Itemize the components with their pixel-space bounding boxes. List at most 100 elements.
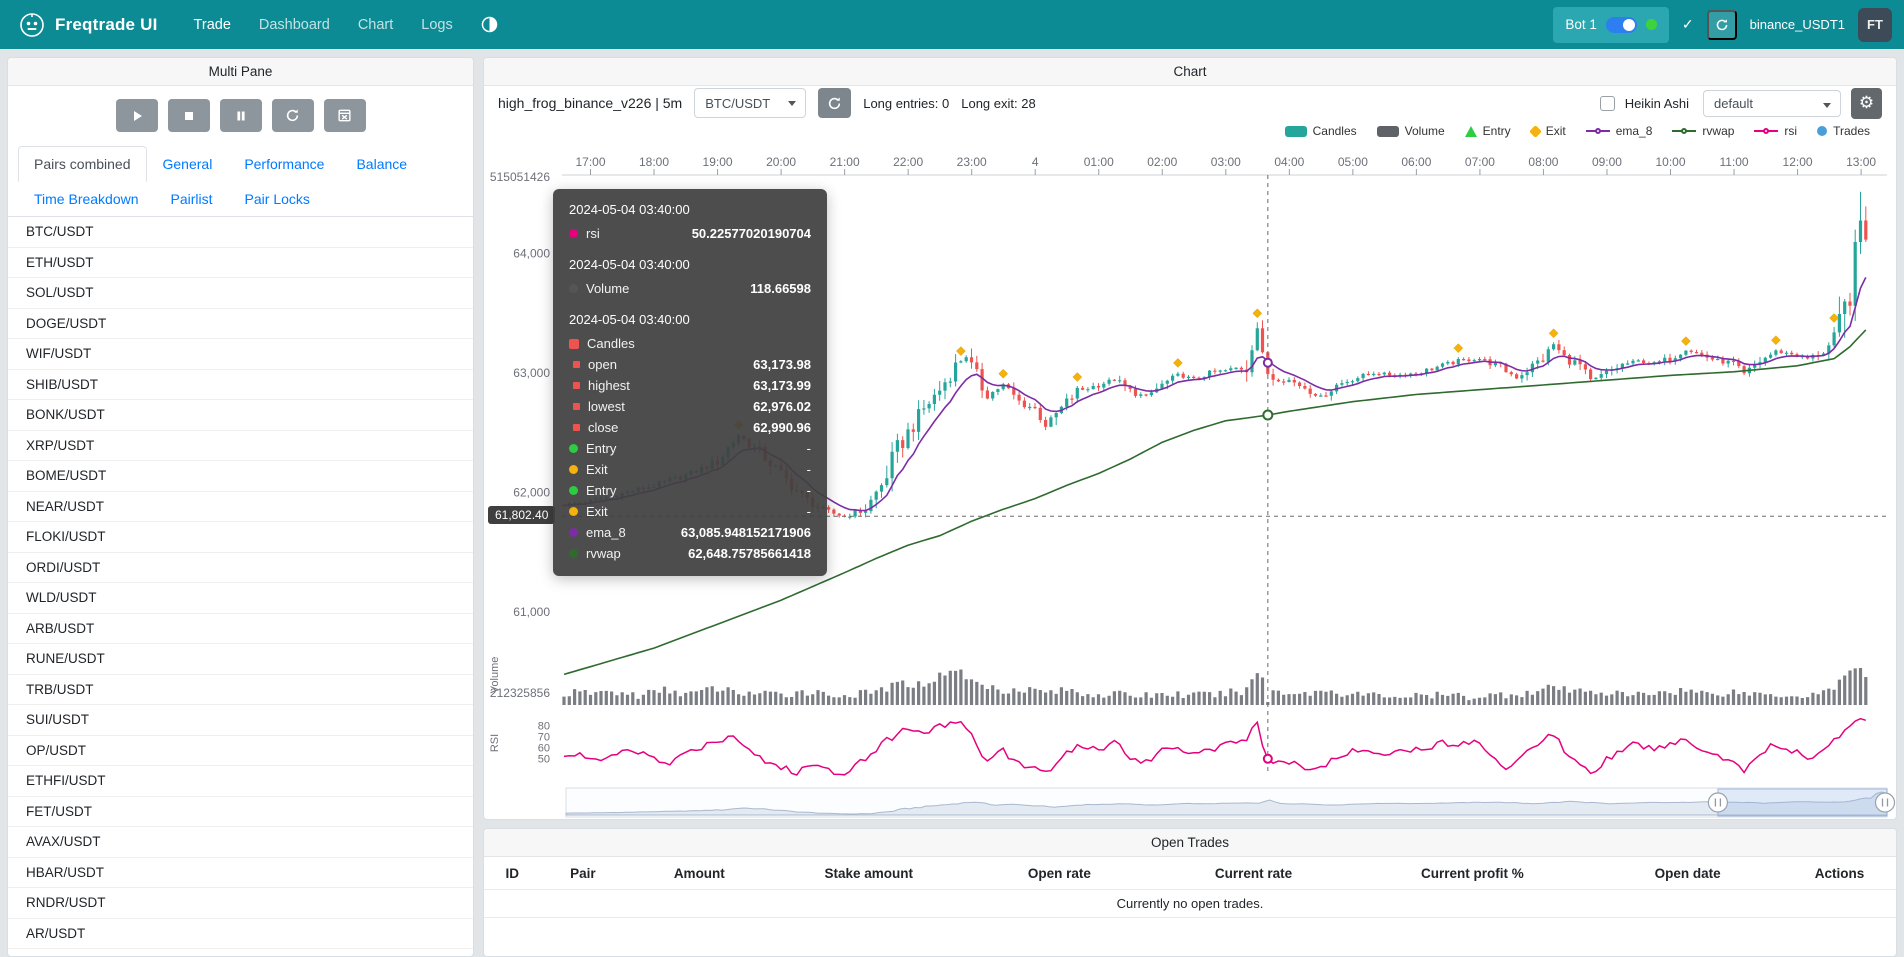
pair-list-item[interactable]: NEAR/USDT bbox=[8, 492, 473, 523]
tab-balance[interactable]: Balance bbox=[340, 146, 423, 182]
theme-toggle-icon[interactable] bbox=[481, 16, 498, 33]
legend-item-candles[interactable]: Candles bbox=[1285, 124, 1357, 138]
force-exit-button[interactable] bbox=[324, 99, 366, 132]
pair-list-item[interactable]: XRP/USDT bbox=[8, 431, 473, 462]
pair-list-item[interactable]: BOME/USDT bbox=[8, 461, 473, 492]
legend-item-rvwap[interactable]: rvwap bbox=[1672, 124, 1734, 138]
pair-list-item[interactable]: ETH/USDT bbox=[8, 248, 473, 279]
legend-item-trades[interactable]: Trades bbox=[1817, 124, 1870, 138]
tooltip-label: Volume bbox=[586, 281, 629, 296]
pair-select[interactable]: BTC/USDT bbox=[694, 88, 806, 118]
chart-canvas[interactable]: 17:0018:0019:0020:0021:0022:0023:00401:0… bbox=[484, 142, 1896, 819]
heikin-ashi-checkbox[interactable] bbox=[1600, 96, 1615, 111]
datazoom-right-handle[interactable] bbox=[1876, 793, 1895, 812]
column-header-open-rate[interactable]: Open rate bbox=[964, 857, 1155, 890]
pair-list-item[interactable]: WLD/USDT bbox=[8, 583, 473, 614]
column-header-stake-amount[interactable]: Stake amount bbox=[773, 857, 964, 890]
tooltip-label: ema_8 bbox=[586, 525, 626, 540]
legend-label: Entry bbox=[1483, 124, 1511, 138]
tooltip-row-open: open63,173.98 bbox=[569, 354, 811, 375]
tooltip-label: lowest bbox=[588, 399, 625, 414]
pair-list-item[interactable]: BONK/USDT bbox=[8, 400, 473, 431]
plot-config-select[interactable]: default bbox=[1703, 90, 1841, 117]
svg-text:08:00: 08:00 bbox=[1528, 155, 1558, 169]
tab-time-breakdown[interactable]: Time Breakdown bbox=[18, 181, 155, 217]
legend-item-entry[interactable]: Entry bbox=[1465, 124, 1511, 138]
tooltip-timestamp: 2024-05-04 03:40:00 bbox=[569, 257, 811, 272]
column-header-actions[interactable]: Actions bbox=[1783, 857, 1896, 890]
reload-bot-button[interactable] bbox=[1707, 10, 1737, 40]
nav-item-dashboard[interactable]: Dashboard bbox=[247, 11, 342, 39]
stop-bot-button[interactable] bbox=[168, 99, 210, 132]
candles-marker-icon bbox=[1285, 126, 1307, 137]
pair-list-item[interactable]: HBAR/USDT bbox=[8, 858, 473, 889]
datazoom-slider[interactable] bbox=[566, 788, 1895, 817]
pair-list-item[interactable]: SHIB/USDT bbox=[8, 370, 473, 401]
pair-list-item[interactable]: AR/USDT bbox=[8, 919, 473, 950]
pair-list-item[interactable]: DOGE/USDT bbox=[8, 309, 473, 340]
refresh-chart-button[interactable] bbox=[818, 88, 851, 118]
chart-toolbar: high_frog_binance_v226 | 5m BTC/USDT Lon… bbox=[484, 86, 1896, 120]
tab-pair-locks[interactable]: Pair Locks bbox=[229, 181, 326, 217]
svg-text:17:00: 17:00 bbox=[575, 155, 605, 169]
svg-text:64,000: 64,000 bbox=[513, 246, 550, 260]
pair-list-item[interactable]: SUI/USDT bbox=[8, 705, 473, 736]
app-brand[interactable]: Freqtrade UI bbox=[55, 15, 158, 35]
pair-list-item[interactable]: BTC/USDT bbox=[8, 217, 473, 248]
pair-list-item[interactable]: RUNE/USDT bbox=[8, 644, 473, 675]
legend-item-volume[interactable]: Volume bbox=[1377, 124, 1445, 138]
pair-list-item[interactable]: TRB/USDT bbox=[8, 675, 473, 706]
navbar: Freqtrade UI TradeDashboardChartLogs Bot… bbox=[0, 0, 1904, 49]
column-header-amount[interactable]: Amount bbox=[625, 857, 773, 890]
legend-item-exit[interactable]: Exit bbox=[1531, 124, 1566, 138]
exchange-account-label[interactable]: binance_USDT1 bbox=[1750, 17, 1845, 32]
reload-config-button[interactable] bbox=[272, 99, 314, 132]
bot-selector[interactable]: Bot 1 bbox=[1553, 7, 1669, 43]
tooltip-row-highest: highest63,173.99 bbox=[569, 375, 811, 396]
pair-list-item[interactable]: FET/USDT bbox=[8, 797, 473, 828]
pair-list-item[interactable]: WIF/USDT bbox=[8, 339, 473, 370]
nav-item-trade[interactable]: Trade bbox=[182, 11, 243, 39]
pair-list-item[interactable]: OP/USDT bbox=[8, 736, 473, 767]
pair-list-item[interactable]: AVAX/USDT bbox=[8, 827, 473, 858]
freqtrade-logo-icon bbox=[18, 11, 46, 39]
tab-pairs-combined[interactable]: Pairs combined bbox=[18, 146, 147, 182]
bot-toggle[interactable] bbox=[1606, 17, 1637, 33]
svg-text:09:00: 09:00 bbox=[1592, 155, 1622, 169]
svg-text:23:00: 23:00 bbox=[957, 155, 987, 169]
main-column: Chart high_frog_binance_v226 | 5m BTC/US… bbox=[483, 57, 1897, 957]
pair-list-item[interactable]: ARB/USDT bbox=[8, 614, 473, 645]
column-header-pair[interactable]: Pair bbox=[540, 857, 625, 890]
tab-pairlist[interactable]: Pairlist bbox=[155, 181, 229, 217]
svg-text:50: 50 bbox=[538, 754, 550, 766]
pair-list-item[interactable]: RNDR/USDT bbox=[8, 888, 473, 919]
tooltip-marker-icon bbox=[573, 361, 580, 368]
tooltip-marker-icon bbox=[569, 444, 578, 453]
pair-list-item[interactable]: ETHFI/USDT bbox=[8, 766, 473, 797]
tab-performance[interactable]: Performance bbox=[228, 146, 340, 182]
svg-text:515051426: 515051426 bbox=[490, 170, 550, 184]
tab-general[interactable]: General bbox=[147, 146, 229, 182]
legend-item-rsi[interactable]: rsi bbox=[1754, 124, 1797, 138]
stop-buy-button[interactable] bbox=[220, 99, 262, 132]
svg-text:03:00: 03:00 bbox=[1211, 155, 1241, 169]
svg-text:RSI: RSI bbox=[489, 734, 501, 752]
pair-list-item[interactable]: ORDI/USDT bbox=[8, 553, 473, 584]
column-header-current-profit[interactable]: Current profit % bbox=[1352, 857, 1592, 890]
datazoom-left-handle[interactable] bbox=[1708, 793, 1727, 812]
legend-label: ema_8 bbox=[1616, 124, 1653, 138]
column-header-id[interactable]: ID bbox=[484, 857, 540, 890]
pair-list-item[interactable]: SOL/USDT bbox=[8, 278, 473, 309]
refresh-icon bbox=[285, 108, 300, 123]
nav-item-logs[interactable]: Logs bbox=[409, 11, 464, 39]
multi-pane-title: Multi Pane bbox=[8, 58, 473, 86]
pair-list-item[interactable]: FLOKI/USDT bbox=[8, 522, 473, 553]
start-bot-button[interactable] bbox=[116, 99, 158, 132]
column-header-current-rate[interactable]: Current rate bbox=[1155, 857, 1353, 890]
legend-item-ema-8[interactable]: ema_8 bbox=[1586, 124, 1653, 138]
plot-settings-button[interactable]: ⚙ bbox=[1851, 88, 1882, 119]
column-header-open-date[interactable]: Open date bbox=[1592, 857, 1783, 890]
user-avatar[interactable]: FT bbox=[1858, 8, 1892, 42]
datazoom-window[interactable] bbox=[1718, 789, 1887, 816]
nav-item-chart[interactable]: Chart bbox=[346, 11, 405, 39]
